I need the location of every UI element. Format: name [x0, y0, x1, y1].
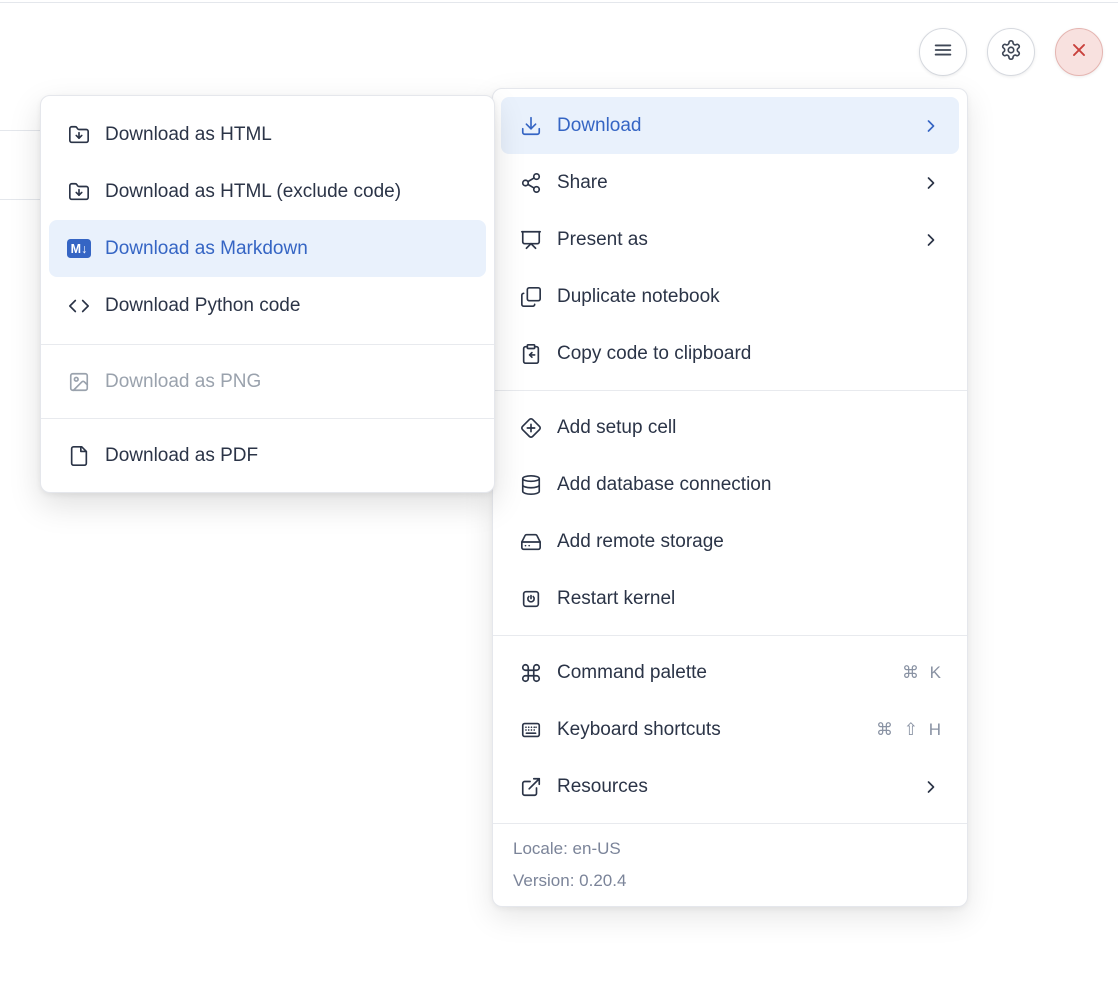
clipboard-copy-icon [519, 342, 543, 366]
menu-item-label: Download as HTML (exclude code) [105, 181, 401, 203]
menu-footer: Locale: en-US Version: 0.20.4 [493, 824, 967, 906]
menu-group: Download Share Present as Duplicate noteboo… [493, 89, 967, 390]
keyboard-icon [519, 718, 543, 742]
menu-item-download-python-code[interactable]: Download Python code [49, 277, 486, 334]
menu-group: Download as PNG [41, 345, 494, 418]
menu-item-copy-code-to-clipboard[interactable]: Copy code to clipboard [501, 325, 959, 382]
menu-item-label: Restart kernel [557, 588, 675, 610]
menu-item-add-remote-storage[interactable]: Add remote storage [501, 513, 959, 570]
menu-item-label: Copy code to clipboard [557, 343, 751, 365]
menu-item-label: Download [557, 115, 642, 137]
menu-item-command-palette[interactable]: Command palette ⌘ K [501, 644, 959, 701]
menu-item-download-as-html[interactable]: Download as HTML [49, 106, 486, 163]
menu-item-label: Add remote storage [557, 531, 724, 553]
database-icon [519, 473, 543, 497]
download-icon [519, 114, 543, 138]
menu-item-label: Duplicate notebook [557, 286, 720, 308]
menu-item-label: Keyboard shortcuts [557, 719, 721, 741]
external-link-icon [519, 775, 543, 799]
page-top-border [0, 2, 1118, 3]
menu-button[interactable] [919, 28, 967, 76]
hard-drive-icon [519, 530, 543, 554]
power-square-icon [519, 587, 543, 611]
background-rule-line [0, 199, 40, 200]
menu-group: Command palette ⌘ K Keyboard shortcuts ⌘ ⇧ … [493, 636, 967, 823]
menu-item-keyboard-shortcuts[interactable]: Keyboard shortcuts ⌘ ⇧ H [501, 701, 959, 758]
menu-item-download-as-pdf[interactable]: Download as PDF [49, 427, 486, 484]
menu-group: Add setup cell Add database connection Add… [493, 391, 967, 635]
menu-item-label: Share [557, 172, 608, 194]
menu-item-label: Add database connection [557, 474, 771, 496]
locale-text: Locale: en-US [513, 833, 947, 865]
menu-groups: Download Share Present as Duplicate noteboo… [493, 89, 967, 823]
menu-item-label: Add setup cell [557, 417, 676, 439]
chevron-right-icon [921, 230, 941, 250]
menu-item-download-as-markdown[interactable]: M↓ Download as Markdown [49, 220, 486, 277]
chevron-right-icon [921, 116, 941, 136]
background-rule-line [0, 130, 40, 131]
command-icon [519, 661, 543, 685]
notebook-actions-menu: Download Share Present as Duplicate noteboo… [492, 88, 968, 907]
image-icon [67, 370, 91, 394]
presentation-icon [519, 228, 543, 252]
file-icon [67, 444, 91, 468]
diamond-plus-icon [519, 416, 543, 440]
menu-item-label: Download as PNG [105, 371, 261, 393]
settings-button[interactable] [987, 28, 1035, 76]
menu-item-add-database-connection[interactable]: Add database connection [501, 456, 959, 513]
folder-down-icon [67, 123, 91, 147]
menu-item-duplicate-notebook[interactable]: Duplicate notebook [501, 268, 959, 325]
menu-item-label: Download as HTML [105, 124, 272, 146]
menu-item-download-as-png: Download as PNG [49, 353, 486, 410]
menu-item-download-as-html-exclude-code[interactable]: Download as HTML (exclude code) [49, 163, 486, 220]
menu-item-label: Command palette [557, 662, 707, 684]
menu-group: Download as HTML Download as HTML (exclud… [41, 96, 494, 344]
menu-item-label: Download Python code [105, 295, 300, 317]
markdown-badge-icon: M↓ [67, 239, 91, 258]
menu-item-share[interactable]: Share [501, 154, 959, 211]
menu-item-label: Download as Markdown [105, 238, 308, 260]
version-text: Version: 0.20.4 [513, 865, 947, 897]
chevron-right-icon [921, 777, 941, 797]
copy-icon [519, 285, 543, 309]
markdown-badge-icon: M↓ [67, 237, 91, 261]
folder-down-icon [67, 180, 91, 204]
download-submenu: Download as HTML Download as HTML (exclud… [40, 95, 495, 493]
close-button[interactable] [1055, 28, 1103, 76]
menu-item-label: Download as PDF [105, 445, 258, 467]
keyboard-shortcut-hint: ⌘ ⇧ H [876, 720, 941, 740]
menu-item-add-setup-cell[interactable]: Add setup cell [501, 399, 959, 456]
menu-group: Download as PDF [41, 419, 494, 492]
menu-item-present-as[interactable]: Present as [501, 211, 959, 268]
code-icon [67, 294, 91, 318]
gear-icon [1000, 39, 1022, 66]
close-icon [1068, 39, 1090, 66]
chevron-right-icon [921, 173, 941, 193]
submenu-groups: Download as HTML Download as HTML (exclud… [41, 96, 494, 492]
keyboard-shortcut-hint: ⌘ K [902, 663, 941, 683]
hamburger-menu-icon [932, 39, 954, 66]
share-icon [519, 171, 543, 195]
menu-item-download[interactable]: Download [501, 97, 959, 154]
menu-item-label: Resources [557, 776, 648, 798]
menu-item-label: Present as [557, 229, 648, 251]
menu-item-restart-kernel[interactable]: Restart kernel [501, 570, 959, 627]
menu-item-resources[interactable]: Resources [501, 758, 959, 815]
